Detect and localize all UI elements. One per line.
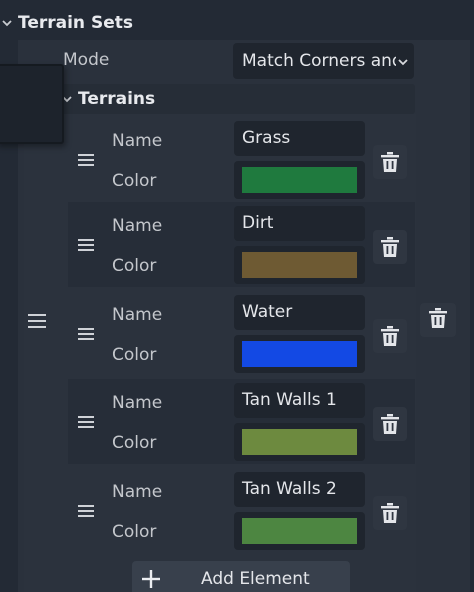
trash-icon [429,308,447,332]
color-label: Color [112,171,157,191]
delete-terrain-button[interactable] [373,145,407,179]
terrain-row: Name Color Tan Walls 1 [68,379,415,464]
mode-dropdown[interactable]: Match Corners and Sides [233,43,414,79]
color-picker-button[interactable] [234,161,365,199]
terrains-title: Terrains [78,89,156,109]
terrain-row: Name Color Tan Walls 2 [68,468,415,553]
delete-terrain-button[interactable] [373,319,407,353]
color-picker-button[interactable] [234,512,365,550]
trash-icon [381,152,399,172]
mode-value: Match Corners and Sides [242,51,396,71]
terrain-row: Name Color Grass [68,117,415,202]
delete-terrain-set-button[interactable] [420,303,456,337]
name-label: Name [112,305,163,325]
terrain-row: Name Color Water [68,291,415,376]
terrains-header[interactable]: Terrains [52,84,415,114]
color-picker-button[interactable] [234,246,365,284]
terrain-name-field[interactable]: Tan Walls 1 [234,383,365,418]
mode-label: Mode [63,50,110,70]
drag-handle-icon[interactable] [78,153,94,167]
drag-handle-icon[interactable] [28,313,46,329]
add-element-label: Add Element [201,569,310,589]
terrain-row: Name Color Dirt [68,202,415,287]
terrain-name-field[interactable]: Water [234,295,365,330]
trash-icon [381,503,399,523]
chevron-down-icon[interactable] [0,16,14,30]
name-label: Name [112,393,163,413]
add-element-button[interactable]: Add Element [132,561,350,592]
color-swatch [242,518,357,544]
color-picker-button[interactable] [234,335,365,373]
chevron-down-icon [396,54,410,68]
terrain-name-field[interactable]: Dirt [234,206,365,241]
color-label: Color [112,256,157,276]
terrain-sets-header[interactable]: Terrain Sets [0,6,474,40]
color-swatch [242,429,357,455]
drag-handle-icon[interactable] [78,327,94,341]
color-picker-button[interactable] [234,423,365,461]
color-swatch [242,341,357,367]
delete-terrain-button[interactable] [373,496,407,530]
trash-icon [381,237,399,257]
trash-icon [381,414,399,434]
name-label: Name [112,482,163,502]
plus-icon [141,569,161,589]
trash-icon [381,326,399,346]
delete-terrain-button[interactable] [373,230,407,264]
terrain-name-field[interactable]: Grass [234,121,365,156]
terrain-name-field[interactable]: Tan Walls 2 [234,472,365,507]
color-label: Color [112,433,157,453]
color-swatch [242,167,357,193]
delete-terrain-button[interactable] [373,407,407,441]
name-label: Name [112,131,163,151]
drag-handle-icon[interactable] [78,238,94,252]
color-swatch [242,252,357,278]
section-title: Terrain Sets [18,13,133,33]
name-label: Name [112,216,163,236]
drag-handle-icon[interactable] [78,504,94,518]
drag-handle-icon[interactable] [78,415,94,429]
popup-panel [0,64,64,144]
color-label: Color [112,522,157,542]
color-label: Color [112,345,157,365]
